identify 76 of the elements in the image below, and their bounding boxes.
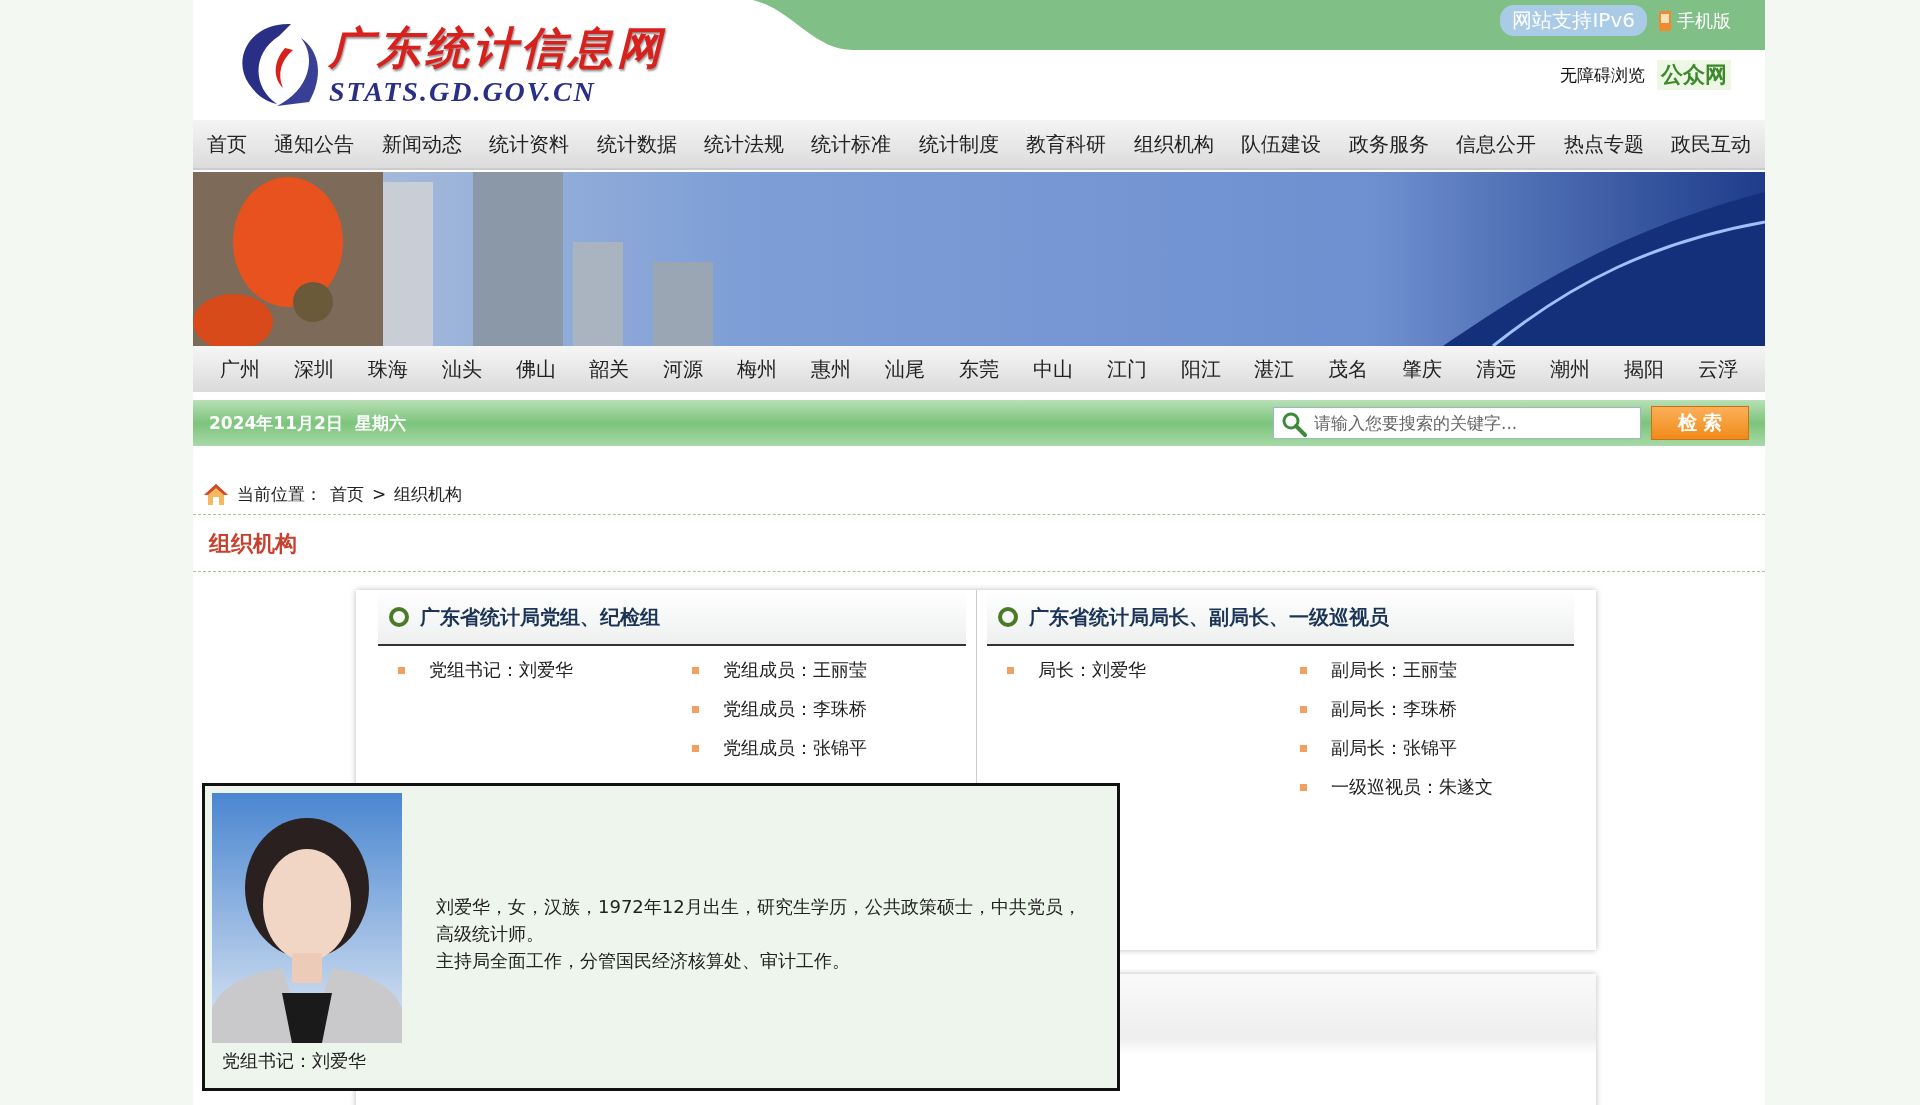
city-link[interactable]: 汕头: [441, 355, 482, 383]
bullet-icon: [1006, 666, 1014, 674]
city-link[interactable]: 清远: [1476, 355, 1517, 383]
city-link[interactable]: 江门: [1106, 355, 1147, 383]
city-link[interactable]: 揭阳: [1623, 355, 1664, 383]
nav-link[interactable]: 统计法规: [704, 130, 784, 158]
city-link[interactable]: 韶关: [589, 355, 630, 383]
city-link[interactable]: 深圳: [293, 355, 334, 383]
bullet-icon: [1300, 744, 1308, 752]
nav-link[interactable]: 组织机构: [1133, 130, 1214, 158]
city-link[interactable]: 中山: [1032, 355, 1073, 383]
section-title: 广东省统计局局长、副局长、一级巡视员: [1028, 603, 1389, 631]
page-title: 组织机构: [193, 515, 1765, 572]
nav-link[interactable]: 信息公开: [1456, 130, 1537, 158]
bio-text: 刘爱华，女，汉族，1972年12月出生，研究生学历，公共政策硕士，中共党员，高级统计师。: [436, 895, 1082, 946]
member-link[interactable]: 党组成员：王丽莹: [722, 658, 867, 682]
bio-text: 主持局全面工作，分管国民经济核算处、审计工作。: [436, 949, 851, 973]
city-link[interactable]: 云浮: [1697, 355, 1738, 383]
nav-link[interactable]: 教育科研: [1026, 130, 1107, 158]
nav-link[interactable]: 统计资料: [489, 130, 570, 158]
city-link[interactable]: 肇庆: [1402, 355, 1443, 383]
ring-icon: [996, 606, 1019, 628]
logo-url: STATS.GD.GOV.CN: [329, 77, 597, 107]
city-link[interactable]: 阳江: [1180, 355, 1221, 383]
public-site-link[interactable]: 公众网: [1657, 60, 1731, 90]
photo-caption: 党组书记：刘爱华: [221, 1049, 367, 1073]
city-link[interactable]: 佛山: [515, 355, 556, 383]
city-link[interactable]: 梅州: [737, 355, 778, 383]
nav-link[interactable]: 政民互动: [1671, 130, 1752, 158]
member-link[interactable]: 副局长：张锦平: [1331, 736, 1458, 760]
city-link[interactable]: 湛江: [1254, 355, 1295, 383]
nav-link[interactable]: 首页: [206, 130, 247, 158]
member-link[interactable]: 副局长：李珠桥: [1331, 697, 1458, 721]
member-link[interactable]: 党组成员：张锦平: [722, 736, 867, 760]
bullet-icon: [398, 666, 405, 674]
nav-link[interactable]: 统计标准: [811, 130, 892, 158]
logo-title: 广东统计信息网: [329, 23, 665, 75]
home-icon: [203, 482, 229, 506]
city-link[interactable]: 东莞: [958, 355, 999, 383]
member-link[interactable]: 党组成员：李珠桥: [722, 697, 867, 721]
section-title: 广东省统计局党组、纪检组: [420, 603, 660, 631]
breadcrumb-link[interactable]: 首页: [330, 482, 364, 506]
city-link[interactable]: 茂名: [1328, 355, 1369, 383]
ring-icon: [388, 606, 410, 628]
phone-icon: [1659, 10, 1671, 31]
accessibility-link[interactable]: 无障碍浏览: [1560, 63, 1645, 87]
city-link[interactable]: 广州: [219, 355, 260, 383]
city-link[interactable]: 珠海: [367, 355, 408, 383]
city-link[interactable]: 惠州: [811, 355, 852, 383]
nav-link[interactable]: 统计数据: [596, 130, 677, 158]
nav-link[interactable]: 队伍建设: [1241, 130, 1322, 158]
bullet-icon: [1300, 783, 1308, 791]
date-text: 2024年11月2日: [209, 411, 343, 435]
member-link[interactable]: 副局长：王丽莹: [1331, 658, 1458, 682]
bullet-icon: [1300, 705, 1308, 713]
breadcrumb-link[interactable]: 组织机构: [394, 482, 463, 506]
breadcrumb-separator: >: [372, 484, 387, 504]
nav-link[interactable]: 通知公告: [274, 130, 355, 158]
search-field[interactable]: 请输入您要搜索的关键字...: [1273, 407, 1641, 439]
city-link[interactable]: 河源: [663, 355, 704, 383]
member-link[interactable]: 党组书记：刘爱华: [429, 658, 573, 682]
nav-link[interactable]: 热点专题: [1563, 130, 1644, 158]
bullet-icon: [691, 705, 699, 713]
member-link[interactable]: 局长：刘爱华: [1037, 658, 1146, 682]
nav-link[interactable]: 新闻动态: [381, 130, 462, 158]
city-link[interactable]: 潮州: [1549, 355, 1590, 383]
bullet-icon: [1300, 666, 1308, 674]
nav-link[interactable]: 政务服务: [1348, 130, 1429, 158]
weekday-text: 星期六: [354, 411, 406, 435]
city-link[interactable]: 汕尾: [884, 355, 925, 383]
bullet-icon: [691, 666, 699, 674]
breadcrumb-label: 当前位置：: [237, 482, 322, 506]
nav-link[interactable]: 统计制度: [918, 130, 999, 158]
bullet-icon: [691, 744, 699, 752]
ipv6-badge: 网站支持IPv6: [1500, 5, 1647, 36]
member-link[interactable]: 一级巡视员：朱遂文: [1331, 775, 1494, 799]
